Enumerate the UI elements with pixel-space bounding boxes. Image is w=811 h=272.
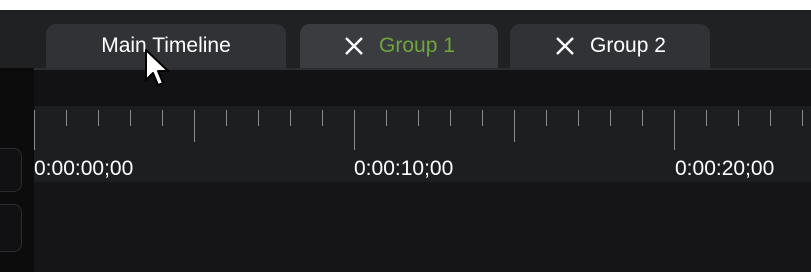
ruler-time-label: 0:00:00;00 (34, 157, 134, 180)
tab-label-group-1: Group 1 (379, 34, 455, 57)
timeline-track-area[interactable] (34, 182, 811, 272)
track-handle[interactable] (0, 148, 22, 192)
timeline-tab-bar: Main Timeline Group 1 Group 2 (0, 10, 811, 68)
tab-group-2[interactable]: Group 2 (510, 24, 710, 68)
tab-group-1[interactable]: Group 1 (300, 24, 498, 68)
track-gutter (0, 68, 34, 272)
ruler-time-label: 0:00:10;00 (354, 157, 454, 180)
tab-label-group-2: Group 2 (590, 34, 666, 57)
track-handle[interactable] (0, 204, 22, 252)
mouse-pointer-icon (144, 48, 172, 95)
close-icon[interactable] (554, 35, 576, 57)
top-strip (0, 0, 811, 10)
close-icon[interactable] (343, 35, 365, 57)
ruler-time-label: 0:00:20;00 (675, 157, 775, 180)
